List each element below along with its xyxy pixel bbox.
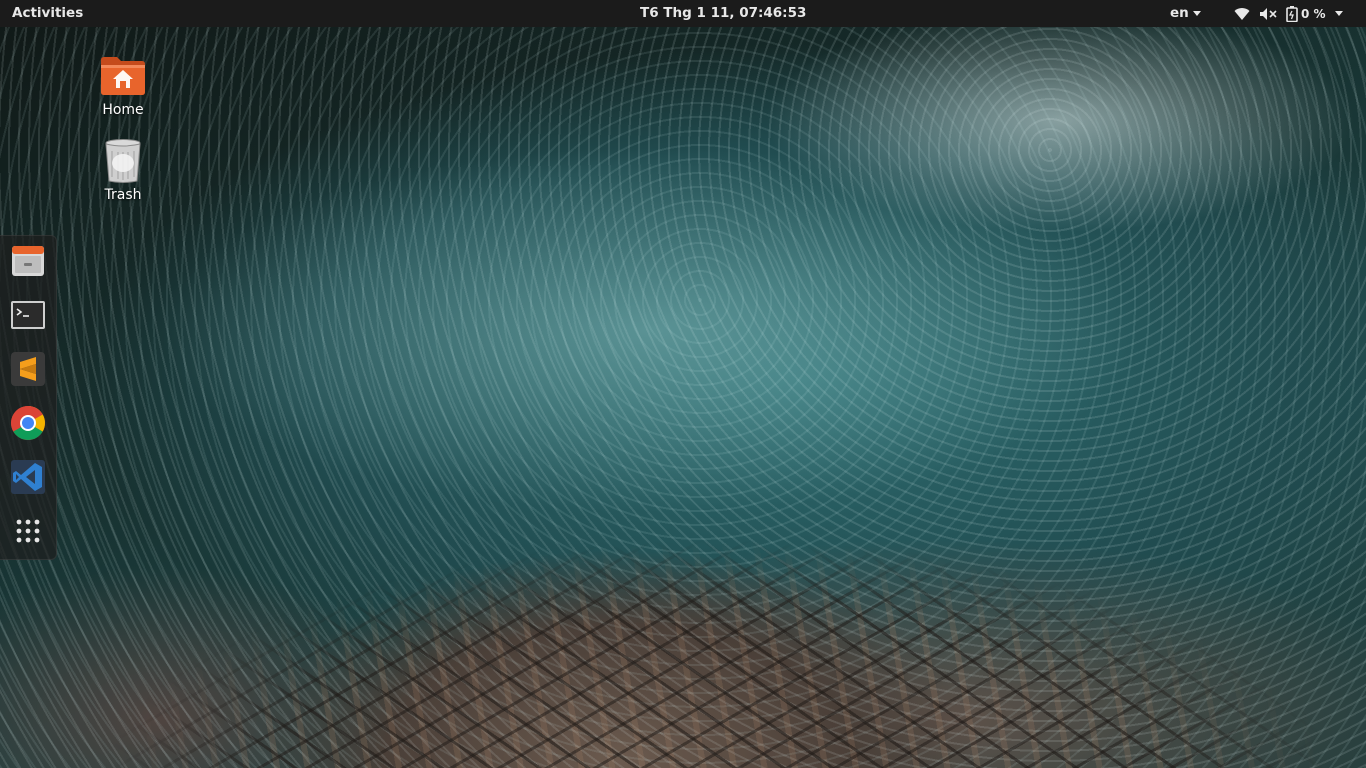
chevron-down-icon: [1334, 11, 1343, 16]
terminal-icon: [9, 296, 47, 338]
desktop-icon-home[interactable]: Home: [78, 52, 168, 118]
system-menu[interactable]: 0 %: [1234, 3, 1343, 24]
battery-percent: 0 %: [1301, 6, 1326, 21]
wifi-icon: [1234, 7, 1250, 21]
language-label: en: [1170, 5, 1189, 21]
vscode-icon: [9, 458, 47, 500]
wallpaper-rocks: [0, 408, 1366, 768]
dock: [0, 235, 57, 560]
clock[interactable]: T6 Thg 1 11, 07:46:53: [640, 5, 806, 21]
home-folder-icon: [99, 52, 147, 100]
sublime-text-icon: [9, 350, 47, 392]
desktop-icon-trash[interactable]: Trash: [78, 137, 168, 203]
dock-item-chrome[interactable]: [5, 402, 51, 448]
wallpaper-foam: [0, 0, 1366, 768]
chrome-icon: [9, 404, 47, 446]
volume-muted-icon: [1259, 7, 1277, 21]
top-panel: Activities T6 Thg 1 11, 07:46:53 en 0 %: [0, 0, 1366, 27]
dock-item-terminal[interactable]: [5, 294, 51, 340]
file-manager-icon: [9, 242, 47, 284]
dock-item-sublime-text[interactable]: [5, 348, 51, 394]
desktop-icon-label: Trash: [104, 187, 142, 203]
dock-item-vscode[interactable]: [5, 456, 51, 502]
dock-item-files[interactable]: [5, 240, 51, 286]
activities-button[interactable]: Activities: [12, 5, 83, 21]
chevron-down-icon: [1192, 10, 1201, 16]
battery-icon: [1286, 5, 1298, 22]
language-menu[interactable]: en: [1170, 5, 1201, 21]
app-grid-icon: [13, 516, 43, 550]
battery-indicator: 0 %: [1286, 5, 1326, 22]
show-applications-button[interactable]: [5, 510, 51, 556]
trash-icon: [99, 137, 147, 185]
desktop-icon-label: Home: [102, 102, 144, 118]
